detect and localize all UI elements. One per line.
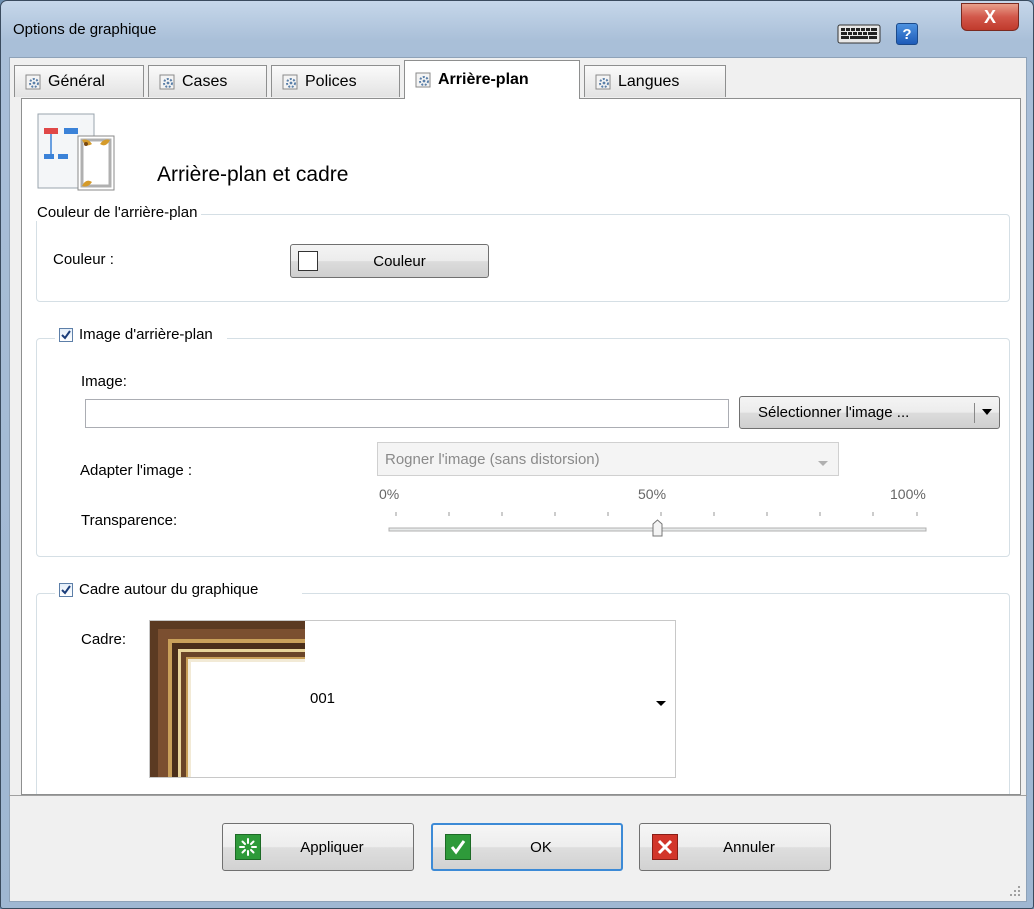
tab-settings-icon (415, 72, 431, 88)
tab-label: Général (48, 72, 105, 90)
tab-label: Polices (305, 72, 357, 90)
frame-value: 001 (310, 690, 336, 707)
page-title: Arrière-plan et cadre (157, 163, 349, 186)
dropdown-arrow-icon[interactable] (655, 695, 667, 712)
slider-thumb[interactable] (652, 519, 663, 537)
tab-settings-icon (159, 74, 175, 90)
tab-settings-icon (282, 74, 298, 90)
background-color-group-title: Couleur de l'arrière-plan (33, 204, 202, 221)
tab-label: Arrière-plan (438, 71, 529, 88)
footer-divider (9, 795, 1027, 796)
dialog-window: Options de graphique ? X Général Cases P… (0, 0, 1034, 909)
tab-arriere-plan[interactable]: Arrière-plan (404, 60, 580, 99)
background-image-group: Image d'arrière-plan Image: Sélectionner… (36, 326, 1010, 557)
apply-icon (235, 834, 261, 860)
apply-button[interactable]: Appliquer (222, 823, 414, 871)
background-color-group: Couleur de l'arrière-plan Couleur : Coul… (33, 204, 1010, 302)
frame-select[interactable]: 001 (149, 620, 676, 778)
tab-general[interactable]: Général (14, 65, 144, 97)
background-image-group-title: Image d'arrière-plan (55, 326, 227, 343)
frame-label: Cadre: (81, 631, 127, 648)
cancel-button[interactable]: Annuler (639, 823, 831, 871)
help-button[interactable]: ? (896, 23, 918, 45)
ok-button[interactable]: OK (431, 823, 623, 871)
slider-tick-100: 100% (890, 486, 926, 502)
tab-label: Langues (618, 72, 680, 90)
slider-tick-0: 0% (379, 486, 400, 502)
transparency-slider[interactable] (387, 507, 928, 537)
color-swatch (298, 251, 318, 271)
resize-grip-icon[interactable] (1009, 884, 1021, 896)
frame-preview-image (150, 621, 305, 777)
frame-group-title: Cadre autour du graphique (55, 581, 303, 598)
frame-group: Cadre autour du graphique Cadre: 001 (36, 581, 1010, 794)
fit-image-select[interactable]: Rogner l'image (sans distorsion) (377, 442, 839, 476)
tab-polices[interactable]: Polices (271, 65, 400, 97)
slider-tick-50: 50% (638, 486, 667, 502)
title-bar[interactable]: Options de graphique ? X (1, 1, 1033, 57)
close-button[interactable]: X (961, 3, 1019, 31)
tab-page: Arrière-plan et cadre Couleur de l'arriè… (21, 98, 1021, 795)
dropdown-arrow-icon (818, 455, 828, 472)
dropdown-arrow-icon[interactable] (981, 405, 993, 423)
tab-langues[interactable]: Langues (584, 65, 726, 97)
background-frame-icon (36, 112, 116, 192)
frame-checkbox[interactable] (59, 582, 73, 597)
close-icon (652, 834, 678, 860)
tab-label: Cases (182, 72, 228, 90)
transparency-label: Transparence: (81, 512, 178, 529)
tab-settings-icon (595, 74, 611, 90)
image-label: Image: (81, 373, 127, 390)
color-label: Couleur : (53, 251, 114, 268)
window-title: Options de graphique (13, 21, 157, 38)
select-image-button[interactable]: Sélectionner l'image ... (739, 396, 1000, 429)
image-path-input[interactable] (85, 399, 729, 428)
tab-cases[interactable]: Cases (148, 65, 267, 97)
tab-settings-icon (25, 74, 41, 90)
checkmark-icon (445, 834, 471, 860)
color-button[interactable]: Couleur (290, 244, 489, 278)
fit-image-label: Adapter l'image : (80, 462, 193, 479)
keyboard-icon[interactable] (837, 23, 881, 45)
background-image-checkbox[interactable] (59, 327, 73, 342)
